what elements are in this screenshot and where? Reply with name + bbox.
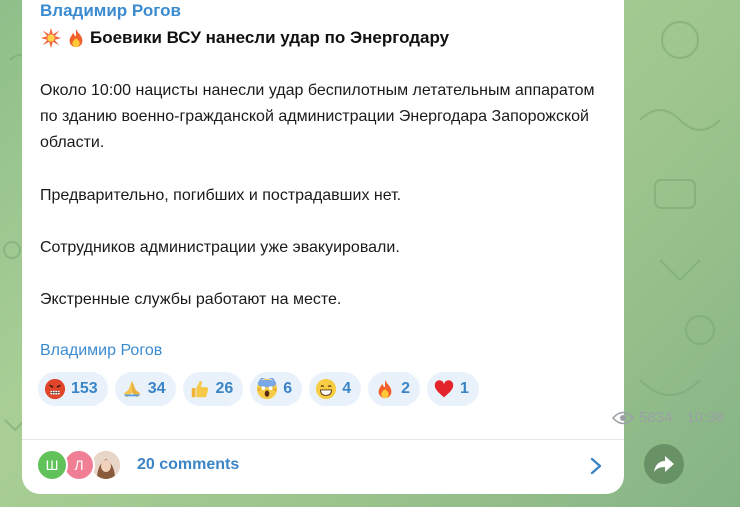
reaction-heart[interactable]: 1 [427,372,479,406]
message-paragraph: Сотрудников администрации уже эвакуирова… [40,239,400,256]
person-photo-icon [92,451,120,479]
reaction-grin[interactable]: 4 [309,372,362,406]
reaction-angry[interactable]: 153 [38,372,108,406]
reaction-count: 6 [283,380,293,397]
message-paragraph: Экстренные службы работают на месте. [40,291,342,308]
avatar: Ш [36,449,68,481]
reaction-count: 34 [147,380,166,397]
signature-link[interactable]: Владимир Рогов [40,342,162,360]
commenter-avatars[interactable]: Ш Л [36,449,126,483]
chevron-right-icon[interactable] [589,456,603,476]
reaction-thumbs-up[interactable]: 26 [182,372,244,406]
angry-face-icon [44,378,66,400]
comments-divider [22,439,624,440]
message-paragraph: Около 10:00 нацисты нанесли удар беспило… [40,82,595,151]
share-arrow-icon [654,456,674,472]
collision-icon [40,27,62,49]
view-count: 5834 [639,409,673,426]
reaction-count: 4 [342,380,352,397]
share-button[interactable] [644,444,684,484]
grinning-face-icon [316,378,337,400]
message-headline: Боевики ВСУ нанесли удар по Энергодару [40,27,449,49]
fire-icon [69,28,83,48]
message-meta: 5834 10:38 [612,409,724,426]
praying-hands-icon [123,380,140,398]
reaction-count: 2 [401,380,411,397]
message-time: 10:38 [686,409,724,426]
fire-icon [378,379,392,399]
reaction-pray[interactable]: 34 [114,372,176,406]
message-paragraph: Предварительно, погибших и пострадавших … [40,187,402,204]
reaction-count: 26 [215,380,234,397]
comments-link[interactable]: 20 comments [137,456,239,474]
eye-icon [612,411,635,424]
reaction-count: 1 [460,380,469,397]
message-author[interactable]: Владимир Рогов [40,1,181,21]
red-heart-icon [434,380,454,398]
reactions-bar: 153 34 26 6 4 2 1 [38,372,479,406]
reaction-count: 153 [71,380,98,397]
thumbs-up-icon [191,380,208,398]
screaming-face-icon [257,378,278,400]
headline-text: Боевики ВСУ нанесли удар по Энергодару [90,28,450,47]
reaction-scream[interactable]: 6 [250,372,303,406]
reaction-fire[interactable]: 2 [368,372,421,406]
